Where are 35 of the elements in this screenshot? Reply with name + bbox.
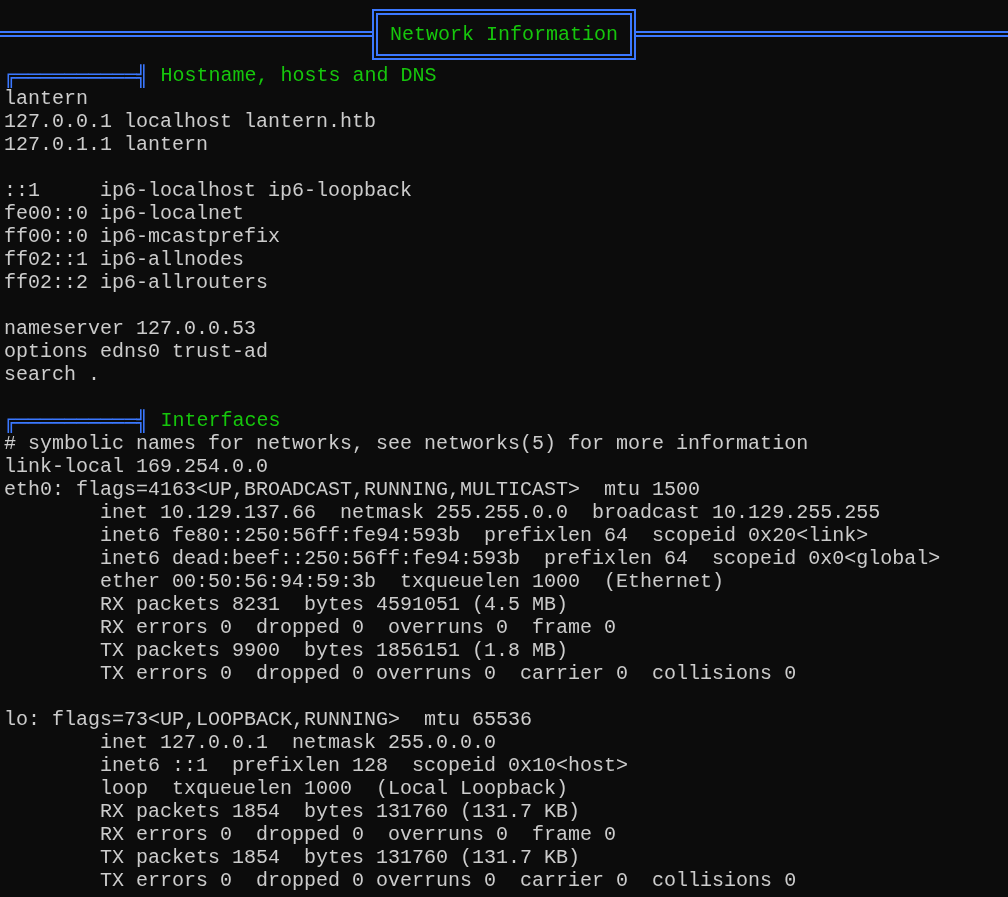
terminal-line: lo: flags=73<UP,LOOPBACK,RUNNING> mtu 65536 bbox=[4, 708, 533, 731]
section-heading: Interfaces bbox=[160, 409, 281, 432]
terminal-line: RX packets 1854 bytes 131760 (131.7 KB) bbox=[99, 800, 581, 823]
terminal-line: inet6 fe80::250:56ff:fe94:593b prefixlen 64 scopeid 0x20<link> bbox=[99, 524, 869, 547]
terminal-line: ff00::0 ip6-mcastprefix bbox=[4, 225, 281, 248]
terminal-line: TX packets 1854 bytes 131760 (131.7 KB) bbox=[99, 846, 581, 869]
terminal-line: eth0: flags=4163<UP,BROADCAST,RUNNING,MULTICAST> mtu 1500 bbox=[4, 478, 701, 501]
terminal-line: options edns0 trust-ad bbox=[4, 340, 269, 363]
terminal-line: inet6 ::1 prefixlen 128 scopeid 0x10<host> bbox=[99, 754, 629, 777]
terminal-line: RX errors 0 dropped 0 overruns 0 frame 0 bbox=[99, 616, 617, 639]
terminal-line: lantern bbox=[4, 87, 88, 110]
terminal-line: ::1 ip6-localhost ip6-loopback bbox=[4, 179, 413, 202]
terminal-line: RX errors 0 dropped 0 overruns 0 frame 0 bbox=[99, 823, 617, 846]
terminal-line: inet 127.0.0.1 netmask 255.0.0.0 bbox=[99, 731, 497, 754]
section-heading: Hostname, hosts and DNS bbox=[160, 64, 437, 87]
banner-title: Network Information bbox=[372, 8, 637, 60]
terminal-line: TX errors 0 dropped 0 overruns 0 carrier 0 collisions 0 bbox=[99, 869, 797, 892]
section-marker: ╔══════════╣ bbox=[4, 410, 149, 431]
section-marker: ╔══════════╣ bbox=[4, 65, 149, 86]
terminal-line: RX packets 8231 bytes 4591051 (4.5 MB) bbox=[99, 593, 569, 616]
terminal-line: inet 10.129.137.66 netmask 255.255.0.0 broadcast 10.129.255.255 bbox=[99, 501, 881, 524]
terminal-line: TX packets 9900 bytes 1856151 (1.8 MB) bbox=[99, 639, 569, 662]
terminal-line: search . bbox=[4, 363, 100, 386]
terminal-line: ff02::2 ip6-allrouters bbox=[4, 271, 269, 294]
terminal-line: 127.0.0.1 localhost lantern.htb bbox=[4, 110, 377, 133]
terminal-line: ether 00:50:56:94:59:3b txqueuelen 1000 (Ethernet) bbox=[99, 570, 725, 593]
terminal-line: inet6 dead:beef::250:56ff:fe94:593b prefixlen 64 scopeid 0x0<global> bbox=[99, 547, 941, 570]
terminal-line: fe00::0 ip6-localnet bbox=[4, 202, 245, 225]
terminal-line: nameserver 127.0.0.53 bbox=[4, 317, 257, 340]
terminal-line: TX errors 0 dropped 0 overruns 0 carrier 0 collisions 0 bbox=[99, 662, 797, 685]
terminal-line: # symbolic names for networks, see networks(5) for more information bbox=[4, 432, 809, 455]
terminal-line: 127.0.1.1 lantern bbox=[4, 133, 209, 156]
terminal-line: loop txqueuelen 1000 (Local Loopback) bbox=[99, 777, 569, 800]
terminal-line: ff02::1 ip6-allnodes bbox=[4, 248, 245, 271]
terminal-line: link-local 169.254.0.0 bbox=[4, 455, 269, 478]
